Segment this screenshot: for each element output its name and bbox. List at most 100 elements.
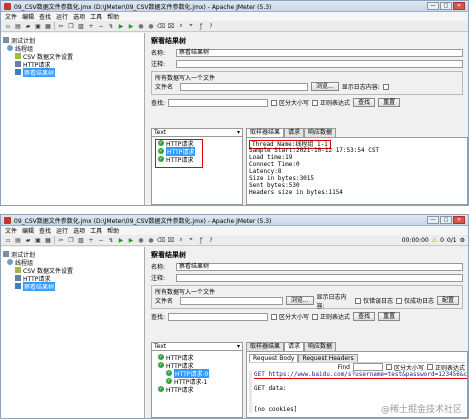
reset-button[interactable]: 重置 [378, 98, 401, 107]
save-icon[interactable]: ▣ [34, 22, 42, 30]
cut-icon[interactable]: ✂ [57, 22, 65, 30]
menu-run[interactable]: 运行 [56, 12, 68, 21]
menu-edit[interactable]: 编辑 [22, 226, 34, 235]
save-as-icon[interactable]: ▦ [44, 22, 52, 30]
search-icon[interactable]: ⌕ [177, 236, 185, 244]
configure-button[interactable]: 配置 [436, 296, 459, 305]
success-only-checkbox[interactable] [395, 297, 402, 304]
start-icon[interactable]: ▶ [117, 22, 125, 30]
comment-field[interactable] [176, 273, 463, 282]
regex-checkbox[interactable] [312, 99, 319, 106]
toggle-icon[interactable]: ↯ [107, 236, 115, 244]
paste-icon[interactable]: ▧ [77, 22, 85, 30]
cut-icon[interactable]: ✂ [57, 236, 65, 244]
search-field[interactable] [168, 312, 269, 321]
find-field[interactable] [352, 363, 383, 371]
warning-icon[interactable]: ⚠ [432, 237, 437, 244]
case-checkbox[interactable] [271, 99, 278, 106]
menu-help[interactable]: 帮助 [107, 12, 119, 21]
help-icon[interactable]: ? [207, 22, 215, 30]
save-icon[interactable]: ▣ [34, 236, 42, 244]
shutdown-icon[interactable]: ● [147, 22, 155, 30]
case-sensitive-option[interactable]: 区分大小写 [271, 312, 309, 321]
save-as-icon[interactable]: ▦ [44, 236, 52, 244]
templates-icon[interactable]: ▤ [14, 236, 22, 244]
renderer-select[interactable]: Text ▾ [152, 343, 242, 351]
close-button[interactable]: ✕ [453, 216, 465, 224]
find-regex-checkbox[interactable] [426, 364, 433, 370]
menu-search[interactable]: 查找 [39, 226, 51, 235]
stop-icon[interactable]: ● [137, 22, 145, 30]
copy-icon[interactable]: ❐ [67, 22, 75, 30]
menu-help[interactable]: 帮助 [107, 226, 119, 235]
tab-response-data[interactable]: 响应数据 [304, 342, 337, 351]
clear-icon[interactable]: ⌫ [157, 22, 165, 30]
browse-button[interactable]: 浏览... [285, 296, 314, 305]
tab-request[interactable]: 请求 [284, 128, 305, 137]
find-case-checkbox[interactable] [385, 364, 392, 370]
clear-icon[interactable]: ⌫ [157, 236, 165, 244]
paste-icon[interactable]: ▧ [77, 236, 85, 244]
expand-icon[interactable]: + [87, 236, 95, 244]
clear-all-icon[interactable]: ⌧ [167, 236, 175, 244]
new-icon[interactable]: ▫ [4, 22, 12, 30]
open-icon[interactable]: ▰ [24, 22, 32, 30]
function-helper-icon[interactable]: ƒ [197, 236, 205, 244]
renderer-select[interactable]: Text ▾ [152, 129, 242, 137]
menu-tools[interactable]: 工具 [90, 226, 102, 235]
copy-icon[interactable]: ❐ [67, 236, 75, 244]
reset-search-icon[interactable]: ⌖ [187, 22, 195, 30]
search-icon[interactable]: ⌕ [177, 22, 185, 30]
errors-only-checkbox[interactable] [354, 297, 361, 304]
function-helper-icon[interactable]: ƒ [197, 22, 205, 30]
name-field[interactable]: 察看结果树 [176, 48, 463, 57]
menu-file[interactable]: 文件 [5, 12, 17, 21]
tab-request-body[interactable]: Request Body [249, 354, 299, 362]
expand-icon[interactable]: + [87, 22, 95, 30]
menu-search[interactable]: 查找 [39, 12, 51, 21]
gear-icon[interactable]: ⚙ [460, 237, 465, 244]
templates-icon[interactable]: ▤ [14, 22, 22, 30]
start-icon[interactable]: ▶ [117, 236, 125, 244]
new-icon[interactable]: ▫ [4, 236, 12, 244]
tree-item-view-results[interactable]: 察看结果树 [3, 281, 142, 291]
toggle-icon[interactable]: ↯ [107, 22, 115, 30]
search-field[interactable] [168, 98, 269, 107]
sampler-item[interactable]: ✓ HTTP请求 [158, 155, 242, 164]
sampler-item[interactable]: ✓ HTTP请求 [158, 385, 242, 394]
menu-options[interactable]: 选项 [73, 226, 85, 235]
minimize-button[interactable]: — [427, 216, 439, 224]
find-button[interactable]: 查找 [353, 98, 376, 107]
comment-field[interactable] [176, 59, 463, 68]
clear-all-icon[interactable]: ⌧ [167, 22, 175, 30]
menu-edit[interactable]: 编辑 [22, 12, 34, 21]
case-checkbox[interactable] [271, 313, 278, 320]
reset-button[interactable]: 重置 [378, 312, 401, 321]
tab-sampler-result[interactable]: 取样器结果 [246, 342, 285, 351]
start-no-pause-icon[interactable]: ▶ [127, 236, 135, 244]
name-field[interactable]: 察看结果树 [176, 262, 463, 271]
close-button[interactable]: ✕ [453, 2, 465, 10]
errors-checkbox[interactable] [382, 83, 389, 90]
browse-button[interactable]: 浏览... [311, 82, 339, 91]
tab-request-headers[interactable]: Request Headers [298, 354, 358, 362]
errors-only-option[interactable]: 仅错误日志 [354, 296, 393, 305]
menu-file[interactable]: 文件 [5, 226, 17, 235]
maximize-button[interactable]: □ [440, 216, 452, 224]
start-no-pause-icon[interactable]: ▶ [127, 22, 135, 30]
reset-search-icon[interactable]: ⌖ [187, 236, 195, 244]
collapse-icon[interactable]: − [97, 22, 105, 30]
regex-checkbox[interactable] [312, 313, 319, 320]
stop-icon[interactable]: ● [137, 236, 145, 244]
menu-options[interactable]: 选项 [73, 12, 85, 21]
menu-run[interactable]: 运行 [56, 226, 68, 235]
case-sensitive-option[interactable]: 区分大小写 [271, 98, 309, 107]
filename-field[interactable] [180, 296, 283, 305]
open-icon[interactable]: ▰ [24, 236, 32, 244]
regex-option[interactable]: 正则表达式 [312, 312, 350, 321]
tab-response-data[interactable]: 响应数据 [304, 128, 337, 137]
menu-tools[interactable]: 工具 [90, 12, 102, 21]
success-only-option[interactable]: 仅成功日志 [395, 296, 434, 305]
minimize-button[interactable]: — [427, 2, 439, 10]
maximize-button[interactable]: □ [440, 2, 452, 10]
